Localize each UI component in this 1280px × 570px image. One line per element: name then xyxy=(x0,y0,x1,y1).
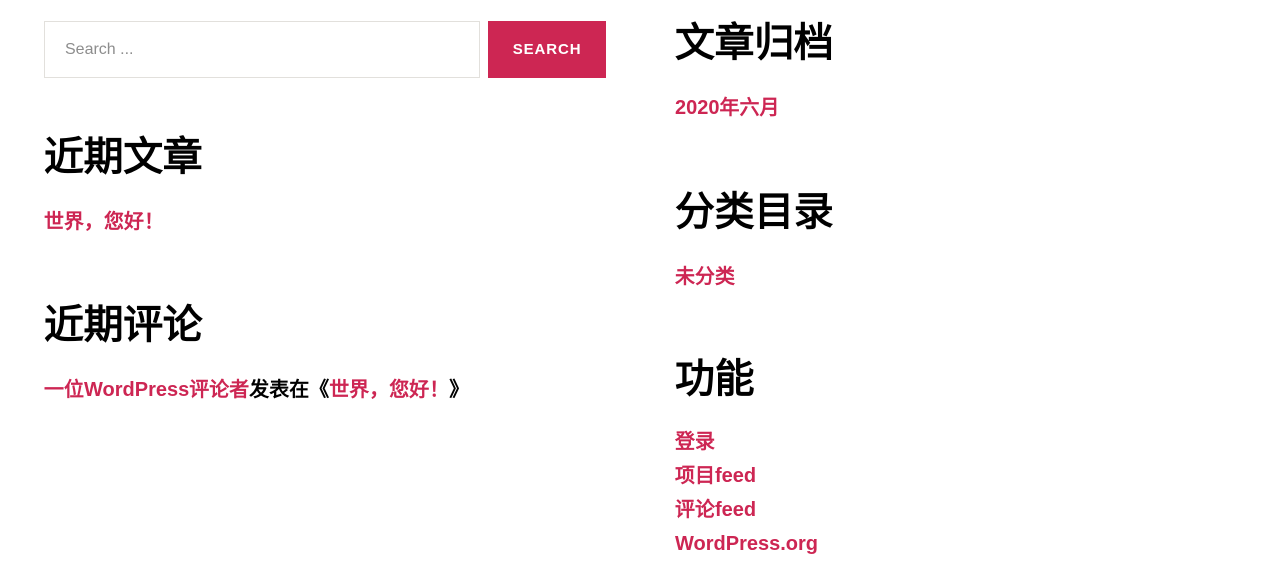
meta-link-login[interactable]: 登录 xyxy=(675,431,715,453)
search-submit-button[interactable]: SEARCH xyxy=(488,21,606,78)
search-widget: SEARCH xyxy=(44,21,606,78)
widget-categories: 分类目录 未分类 xyxy=(675,191,1235,295)
list-item: 评论feed xyxy=(675,494,1235,528)
recent-posts-list: 世界，您好！ xyxy=(44,206,624,240)
list-item: WordPress.org xyxy=(675,528,1235,562)
search-input[interactable] xyxy=(44,21,481,78)
archive-link-2020-06[interactable]: 2020年六月 xyxy=(675,97,780,119)
search-form[interactable]: SEARCH xyxy=(44,21,606,78)
widget-title-archives: 文章归档 xyxy=(675,21,834,65)
comment-author-link[interactable]: 一位WordPress评论者 xyxy=(44,379,249,401)
widget-title-meta: 功能 xyxy=(675,357,755,401)
meta-link-entries-feed[interactable]: 项目feed xyxy=(675,465,756,487)
categories-list: 未分类 xyxy=(675,261,1235,295)
widget-title-categories: 分类目录 xyxy=(675,190,834,234)
widget-area: SEARCH 近期文章 世界，您好！ 近期评论 一位WordPress评论者发表… xyxy=(0,0,1280,570)
meta-link-comments-feed[interactable]: 评论feed xyxy=(675,499,756,521)
list-item: 一位WordPress评论者发表在《世界，您好！》 xyxy=(44,374,624,407)
recent-comments-list: 一位WordPress评论者发表在《世界，您好！》 xyxy=(44,374,624,407)
archives-list: 2020年六月 xyxy=(675,92,1235,126)
list-item: 登录 xyxy=(675,426,1235,460)
meta-link-wordpress-org[interactable]: WordPress.org xyxy=(675,533,818,555)
widget-recent-posts: 近期文章 世界，您好！ xyxy=(44,136,624,240)
comment-open-bracket: 《 xyxy=(309,379,330,401)
list-item: 项目feed xyxy=(675,460,1235,494)
widget-archives: 文章归档 2020年六月 xyxy=(675,22,1235,126)
widget-recent-comments: 近期评论 一位WordPress评论者发表在《世界，您好！》 xyxy=(44,304,624,407)
widget-title-recent-posts: 近期文章 xyxy=(44,135,203,179)
widget-title-recent-comments: 近期评论 xyxy=(44,303,203,347)
recent-post-link[interactable]: 世界，您好！ xyxy=(44,211,164,233)
meta-list: 登录 项目feed 评论feed WordPress.org xyxy=(675,426,1235,562)
list-item: 未分类 xyxy=(675,261,1235,295)
comment-connector-text: 发表在 xyxy=(249,379,310,401)
comment-post-link[interactable]: 世界，您好！ xyxy=(329,379,449,401)
widget-meta: 功能 登录 项目feed 评论feed WordPress.org xyxy=(675,358,1235,562)
category-link-uncategorized[interactable]: 未分类 xyxy=(675,266,735,288)
list-item: 2020年六月 xyxy=(675,92,1235,126)
comment-close-bracket: 》 xyxy=(449,379,470,401)
list-item: 世界，您好！ xyxy=(44,206,624,240)
